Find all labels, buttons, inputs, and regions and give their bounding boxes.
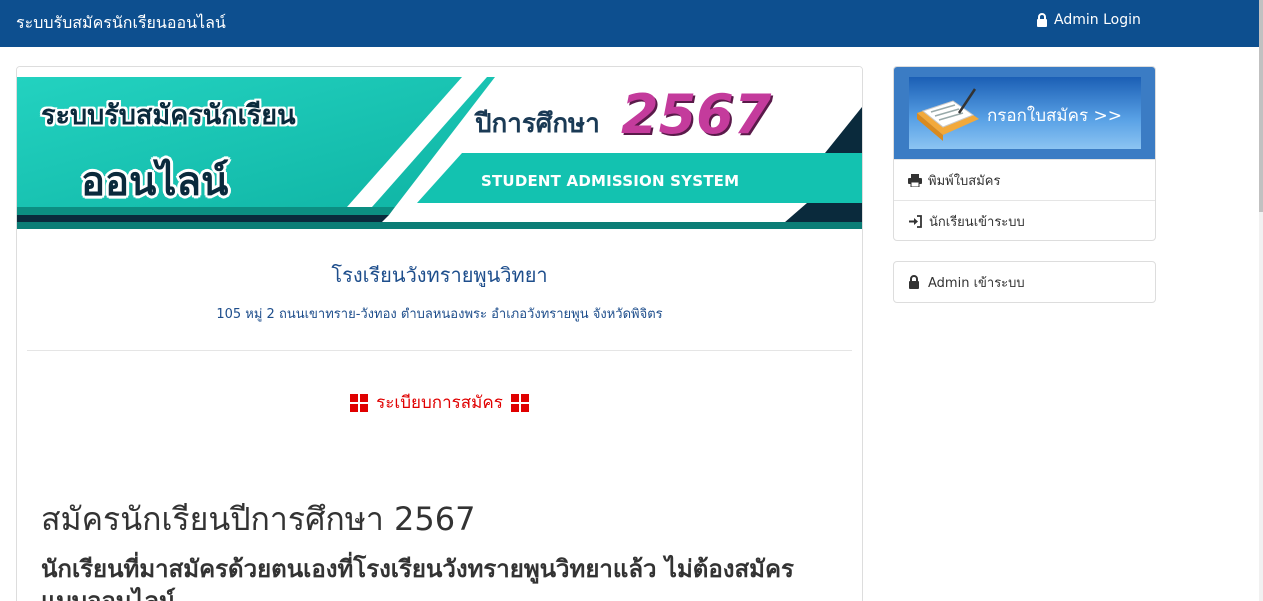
section-divider <box>27 350 852 351</box>
lock-icon <box>909 275 919 289</box>
grid-icon <box>510 393 529 412</box>
admin-login-link[interactable]: Admin Login <box>1036 12 1141 28</box>
main-panel: ระบบรับสมัครนักเรียน ออนไลน์ ปีการศึกษา … <box>16 66 863 601</box>
print-form-link[interactable]: พิมพ์ใบสมัคร <box>894 159 1155 200</box>
lock-icon <box>1037 13 1047 27</box>
application-form-icon <box>917 88 979 141</box>
admin-login-card[interactable]: Admin เข้าระบบ <box>893 261 1156 303</box>
page-scrollbar[interactable] <box>1259 0 1263 601</box>
scrollbar-thumb[interactable] <box>1259 0 1263 212</box>
student-login-label: นักเรียนเข้าระบบ <box>929 214 1025 230</box>
content-subheadline: นักเรียนที่มาสมัครด้วยตนเองที่โรงเรียนวั… <box>41 555 794 601</box>
sign-in-icon <box>909 214 922 228</box>
top-navbar: ระบบรับสมัครนักเรียนออนไลน์ Admin Login <box>0 0 1259 47</box>
apply-form-button[interactable]: กรอกใบสมัคร >> <box>909 77 1141 149</box>
school-address: 105 หมู่ 2 ถนนเขาทราย-วังทอง ตำบลหนองพระ… <box>216 307 663 322</box>
banner-year: 2567 <box>621 83 772 146</box>
sidebar-menu-card: กรอกใบสมัคร >> พิมพ์ใบสมัคร นักเรียนเข้า… <box>893 66 1156 241</box>
apply-area: กรอกใบสมัคร >> <box>894 67 1155 159</box>
banner-subtitle: STUDENT ADMISSION SYSTEM <box>481 172 740 190</box>
admin-login-card-label: Admin เข้าระบบ <box>928 275 1025 291</box>
admin-login-label: Admin Login <box>1054 12 1141 28</box>
print-form-label: พิมพ์ใบสมัคร <box>928 173 1001 189</box>
student-login-link[interactable]: นักเรียนเข้าระบบ <box>894 200 1155 240</box>
printer-icon <box>908 173 922 187</box>
school-name: โรงเรียนวังทรายพูนวิทยา <box>331 263 548 287</box>
admission-banner: ระบบรับสมัครนักเรียน ออนไลน์ ปีการศึกษา … <box>17 67 862 229</box>
banner-title-line2: ออนไลน์ <box>81 159 229 205</box>
registration-rules-label: ระเบียบการสมัคร <box>376 393 503 413</box>
content-headline: สมัครนักเรียนปีการศึกษา 2567 <box>41 500 476 538</box>
navbar-brand[interactable]: ระบบรับสมัครนักเรียนออนไลน์ <box>16 11 226 36</box>
banner-title-line1: ระบบรับสมัครนักเรียน <box>41 100 296 131</box>
grid-icon <box>350 393 369 412</box>
apply-form-label: กรอกใบสมัคร >> <box>987 106 1122 126</box>
registration-rules-heading: ระเบียบการสมัคร <box>17 389 862 416</box>
banner-year-label: ปีการศึกษา <box>475 109 600 139</box>
